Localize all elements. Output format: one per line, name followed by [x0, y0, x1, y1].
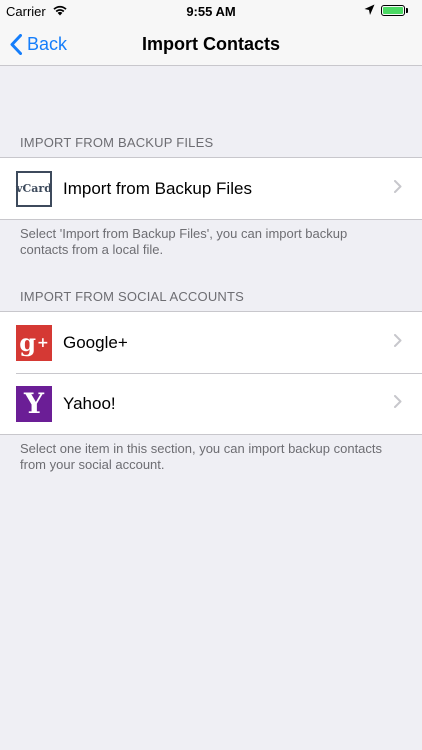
google-plus-icon-plus: + — [37, 334, 49, 351]
clock: 9:55 AM — [186, 4, 236, 19]
vcard-icon: vCard — [16, 170, 52, 207]
social-accounts-group: g + Google+ Y Yahoo! — [0, 311, 422, 435]
google-plus-icon: g + — [16, 324, 52, 361]
location-arrow-icon — [364, 4, 375, 19]
google-plus-icon-g: g — [19, 328, 37, 357]
yahoo-row[interactable]: Y Yahoo! — [0, 373, 422, 434]
google-plus-row[interactable]: g + Google+ — [0, 312, 422, 373]
chevron-right-icon — [394, 334, 402, 347]
page-title: Import Contacts — [141, 34, 280, 54]
battery-tip — [406, 8, 408, 13]
chevron-right-icon — [394, 180, 402, 193]
yahoo-icon: Y — [16, 385, 52, 422]
chevron-right-icon — [394, 395, 402, 408]
status-bar: Carrier 9:55 AM — [0, 0, 422, 22]
yahoo-label: Yahoo! — [63, 393, 116, 413]
section-header-social: IMPORT FROM SOCIAL ACCOUNTS — [20, 289, 245, 304]
google-plus-label: Google+ — [63, 332, 128, 352]
section-footer-social: Select one item in this section, you can… — [20, 441, 383, 472]
import-backup-files-label: Import from Backup Files — [63, 178, 252, 198]
import-backup-files-row[interactable]: vCard Import from Backup Files — [0, 158, 422, 219]
backup-files-group: vCard Import from Backup Files — [0, 157, 422, 220]
battery-icon — [381, 5, 405, 16]
section-footer-backup: Select 'Import from Backup Files', you c… — [20, 226, 348, 257]
section-header-backup: IMPORT FROM BACKUP FILES — [20, 135, 214, 150]
navigation-bar: Back Import Contacts — [0, 22, 422, 66]
